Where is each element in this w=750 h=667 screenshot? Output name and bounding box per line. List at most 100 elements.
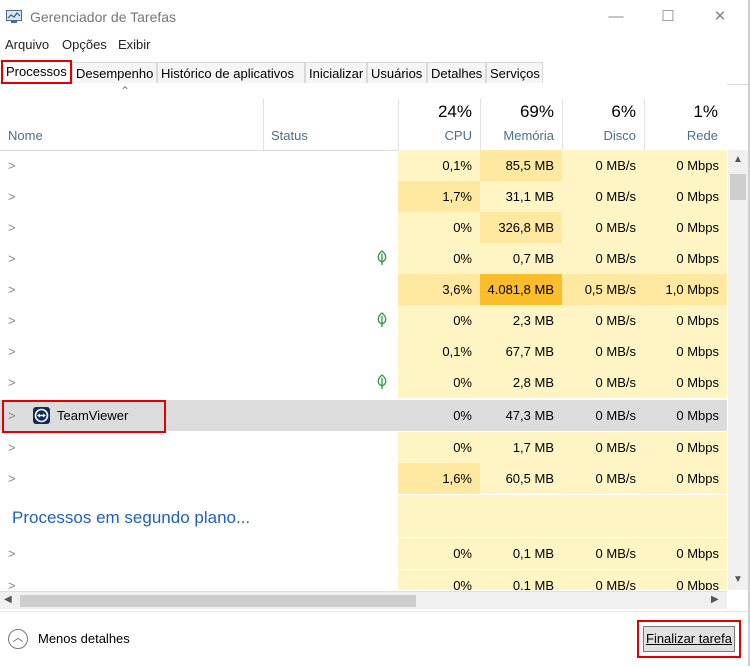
disk-cell: 0 MB/s [562, 432, 644, 463]
tab-inicializar[interactable]: Inicializar [305, 62, 367, 83]
disk-cell: 0 MB/s [562, 181, 644, 212]
expand-chevron-icon[interactable]: > [8, 158, 16, 173]
table-row[interactable]: > 0% 2,8 MB 0 MB/s 0 Mbps [0, 367, 727, 398]
expand-chevron-icon[interactable]: > [8, 471, 16, 486]
cpu-cell: 1,7% [398, 181, 480, 212]
memory-cell: 326,8 MB [480, 212, 562, 243]
memory-cell: 31,1 MB [480, 181, 562, 212]
expand-chevron-icon[interactable]: > [8, 220, 16, 235]
menu-opcoes[interactable]: Opções [62, 37, 107, 52]
scroll-right-icon[interactable]: ▶ [711, 594, 719, 605]
expand-chevron-icon[interactable]: > [8, 251, 16, 266]
table-row[interactable]: > 1,6% 60,5 MB 0 MB/s 0 Mbps [0, 463, 727, 494]
scroll-up-icon[interactable]: ▲ [733, 154, 743, 165]
tab-usuarios[interactable]: Usuários [367, 62, 427, 83]
table-row[interactable]: > 0% 0,1 MB 0 MB/s 0 Mbps [0, 570, 727, 590]
expand-chevron-icon[interactable]: > [8, 546, 16, 561]
network-total-pct: 1% [693, 102, 718, 121]
disk-cell: 0 MB/s [562, 570, 644, 590]
cpu-cell: 0% [398, 367, 480, 398]
expand-chevron-icon[interactable]: > [8, 375, 16, 390]
vertical-scrollbar[interactable]: ▲ ▼ [728, 150, 748, 590]
disk-cell: 0 MB/s [562, 463, 644, 494]
disk-cell: 0 MB/s [562, 212, 644, 243]
network-cell: 0 Mbps [644, 305, 727, 336]
memory-cell: 0,1 MB [480, 570, 562, 590]
cpu-cell: 0% [398, 432, 480, 463]
table-row[interactable]: > 0,1% 85,5 MB 0 MB/s 0 Mbps [0, 150, 727, 181]
scroll-left-icon[interactable]: ◀ [4, 594, 12, 605]
horizontal-scroll-thumb[interactable] [20, 595, 416, 607]
network-cell: 0 Mbps [644, 243, 727, 274]
memory-cell: 1,7 MB [480, 432, 562, 463]
cpu-cell: 0% [398, 212, 480, 243]
menu-exibir[interactable]: Exibir [118, 37, 151, 52]
table-row[interactable]: > 0% 0,7 MB 0 MB/s 0 Mbps [0, 243, 727, 274]
column-network[interactable]: Rede [644, 128, 718, 143]
horizontal-scrollbar[interactable]: ◀ ▶ [0, 591, 727, 609]
disk-total-pct: 6% [611, 102, 636, 121]
end-task-button[interactable]: Finalizar tarefa [643, 626, 735, 652]
sort-ascending-icon[interactable]: ⌃ [120, 84, 130, 98]
scroll-down-icon[interactable]: ▼ [733, 574, 743, 585]
cpu-cell: 0% [398, 243, 480, 274]
leaf-icon [377, 312, 387, 327]
memory-cell: 85,5 MB [480, 150, 562, 181]
less-details-link[interactable]: Menos detalhes [38, 631, 130, 646]
minimize-button[interactable]: — [596, 6, 636, 28]
table-row[interactable]: > 0% 2,3 MB 0 MB/s 0 Mbps [0, 305, 727, 336]
tab-detalhes[interactable]: Detalhes [427, 62, 486, 83]
memory-cell: 2,3 MB [480, 305, 562, 336]
title-bar: Gerenciador de Tarefas — ☐ ✕ [0, 0, 750, 34]
tab-servicos[interactable]: Serviços [486, 62, 543, 83]
tab-processos[interactable]: Processos [1, 60, 72, 84]
close-button[interactable]: ✕ [700, 6, 740, 28]
memory-cell: 2,8 MB [480, 367, 562, 398]
disk-cell: 0 MB/s [562, 336, 644, 367]
disk-cell [562, 495, 644, 537]
table-row[interactable]: > 0% 0,1 MB 0 MB/s 0 Mbps [0, 538, 727, 569]
table-row[interactable]: > 0,1% 67,7 MB 0 MB/s 0 Mbps [0, 336, 727, 367]
chevron-up-icon[interactable]: ︿ [8, 629, 28, 649]
section-title-background[interactable]: Processos em segundo plano... [12, 508, 250, 528]
expand-chevron-icon[interactable]: > [8, 189, 16, 204]
vertical-scroll-thumb[interactable] [730, 174, 746, 200]
cpu-cell: 0,1% [398, 336, 480, 367]
table-row[interactable]: > 0% 1,7 MB 0 MB/s 0 Mbps [0, 432, 727, 463]
column-status[interactable]: Status [271, 128, 308, 143]
memory-cell: 0,7 MB [480, 243, 562, 274]
column-divider [263, 99, 264, 150]
network-cell: 0 Mbps [644, 570, 727, 590]
tab-historico[interactable]: Histórico de aplicativos [157, 62, 305, 83]
memory-cell [480, 495, 562, 537]
cpu-cell: 0% [398, 305, 480, 336]
column-name[interactable]: Nome [8, 128, 43, 143]
memory-cell: 0,1 MB [480, 538, 562, 569]
disk-cell: 0 MB/s [562, 150, 644, 181]
process-list: > 0,1% 85,5 MB 0 MB/s 0 Mbps > 1,7% 31,1… [0, 150, 727, 590]
expand-chevron-icon[interactable]: > [8, 282, 16, 297]
table-row[interactable]: > 3,6% 4.081,8 MB 0,5 MB/s 1,0 Mbps [0, 274, 727, 305]
column-cpu[interactable]: CPU [398, 128, 472, 143]
memory-cell: 47,3 MB [505, 408, 554, 423]
cpu-total-pct: 24% [437, 102, 472, 121]
column-memory[interactable]: Memória [480, 128, 554, 143]
disk-cell: 0,5 MB/s [562, 274, 644, 305]
maximize-button[interactable]: ☐ [648, 6, 688, 28]
expand-chevron-icon[interactable]: > [8, 313, 16, 328]
tab-strip: Processos Desempenho Histórico de aplica… [0, 60, 750, 85]
table-row[interactable]: > 0% 326,8 MB 0 MB/s 0 Mbps [0, 212, 727, 243]
column-disk[interactable]: Disco [562, 128, 636, 143]
expand-chevron-icon[interactable]: > [8, 440, 16, 455]
expand-chevron-icon[interactable]: > [8, 344, 16, 359]
menu-arquivo[interactable]: Arquivo [5, 37, 49, 52]
table-row[interactable]: > 1,7% 31,1 MB 0 MB/s 0 Mbps [0, 181, 727, 212]
cpu-cell: 0% [398, 570, 480, 590]
network-cell: 0 Mbps [644, 538, 727, 569]
network-cell: 0 Mbps [644, 336, 727, 367]
expand-chevron-icon[interactable]: > [8, 578, 16, 590]
disk-cell: 0 MB/s [562, 243, 644, 274]
memory-total-pct: 69% [519, 102, 554, 121]
column-header: ⌃ Nome Status 24% CPU 69% Memória 6% Dis… [0, 84, 727, 151]
tab-desempenho[interactable]: Desempenho [72, 62, 157, 83]
